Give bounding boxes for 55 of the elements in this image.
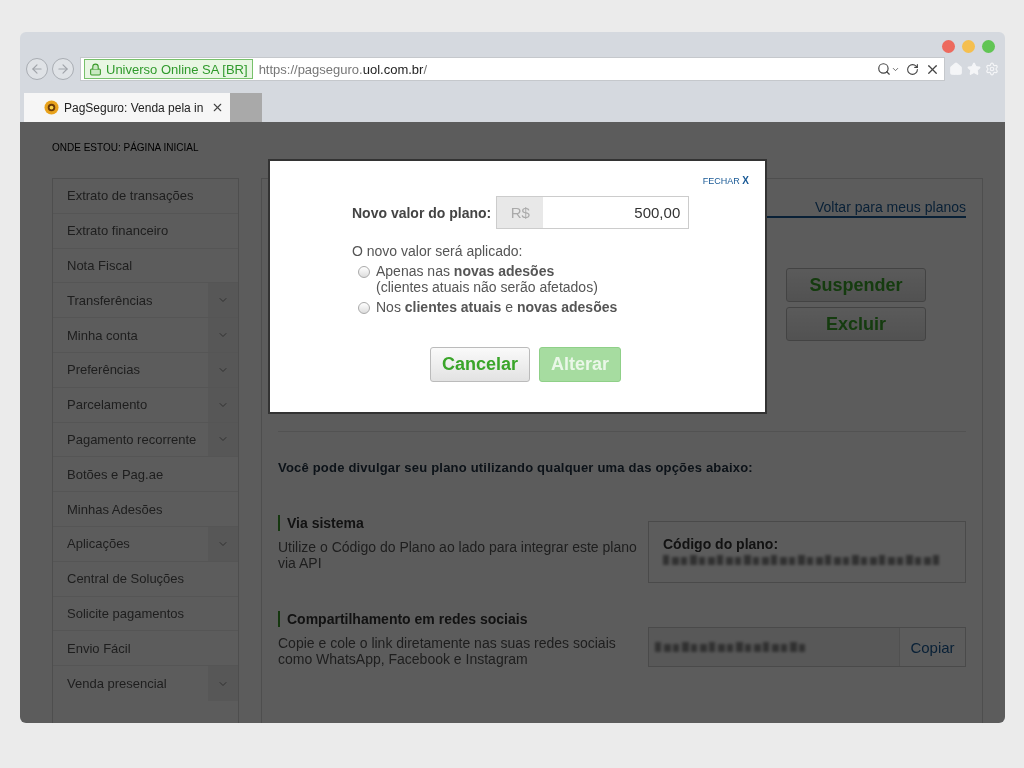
sidebar-item[interactable]: Pagamento recorrente bbox=[53, 422, 208, 457]
sidebar-item[interactable]: Preferências bbox=[53, 353, 208, 387]
new-tab-button[interactable] bbox=[230, 93, 262, 122]
option-label: Apenas nas novas adesões bbox=[376, 263, 556, 279]
close-tab-icon[interactable] bbox=[211, 101, 224, 114]
action-button[interactable]: Excluir bbox=[786, 307, 926, 341]
radio-button[interactable] bbox=[358, 266, 370, 278]
option-label: Nos clientes atuais e novas adesões bbox=[376, 299, 618, 315]
sidebar-item[interactable]: Aplicações bbox=[53, 526, 208, 561]
sidebar-item[interactable]: Venda presencial bbox=[53, 666, 208, 701]
back-button[interactable] bbox=[26, 58, 48, 80]
sidebar-item[interactable]: Extrato financeiro bbox=[53, 213, 238, 248]
chevron-down-icon[interactable] bbox=[208, 283, 238, 318]
close-link[interactable]: FECHAR X bbox=[702, 175, 749, 186]
sidebar-item[interactable]: Extrato de transações bbox=[53, 179, 238, 213]
sidebar-item[interactable]: Minhas Adesões bbox=[53, 492, 238, 526]
breadcrumb: ONDE ESTOU: PÁGINA INICIAL bbox=[51, 140, 200, 155]
refresh-icon[interactable] bbox=[906, 62, 919, 76]
sidebar-item[interactable]: Botões e Pag.ae bbox=[53, 457, 238, 492]
window-control-dot[interactable] bbox=[962, 40, 975, 53]
sidebar-item[interactable]: Solicite pagamentos bbox=[53, 596, 238, 631]
sidebar-item[interactable]: Minha conta bbox=[53, 318, 208, 352]
search-icon[interactable] bbox=[877, 62, 900, 76]
address-bar[interactable]: Universo Online SA [BR] https://pagseguro.uol.com.br/ bbox=[80, 57, 945, 81]
radio-button[interactable] bbox=[358, 302, 370, 314]
chevron-down-icon[interactable] bbox=[208, 666, 238, 701]
browser-tab[interactable]: PagSeguro: Venda pela in bbox=[24, 93, 230, 122]
apply-label: O novo valor será aplicado: bbox=[352, 243, 524, 259]
chevron-down-icon[interactable] bbox=[208, 422, 238, 457]
sidebar-item[interactable]: Parcelamento bbox=[53, 387, 208, 422]
code-label: Código do plano: bbox=[663, 536, 780, 552]
chevron-down-icon[interactable] bbox=[208, 526, 238, 561]
section-description: Utilize o Código do Plano ao lado para integrar este plano via API bbox=[278, 539, 638, 571]
window-control-dot[interactable] bbox=[982, 40, 995, 53]
action-button[interactable]: Suspender bbox=[786, 268, 926, 302]
sidebar-item[interactable]: Envio Fácil bbox=[53, 631, 238, 666]
value-field[interactable]: R$ 500,00 bbox=[496, 196, 690, 229]
option-note: (clientes atuais não serão afetados) bbox=[376, 279, 598, 295]
url-text: https://pagseguro.uol.com.br/ bbox=[258, 61, 429, 77]
arrow-right-icon bbox=[56, 62, 70, 76]
share-intro: Você pode divulgar seu plano utilizando qualquer uma das opções abaixo: bbox=[278, 460, 754, 475]
sidebar-item[interactable]: Nota Fiscal bbox=[53, 248, 238, 283]
home-icon[interactable] bbox=[949, 62, 963, 76]
star-icon[interactable] bbox=[967, 62, 981, 76]
settings-icon[interactable] bbox=[985, 62, 999, 76]
dialog-button[interactable]: Cancelar bbox=[430, 347, 531, 382]
section-title: Via sistema bbox=[278, 515, 966, 531]
section-description: Copie e cole o link diretamente nas suas redes sociais como WhatsApp, Facebook e Instagram bbox=[278, 635, 617, 667]
value-label: Novo valor do plano: bbox=[352, 204, 492, 221]
favicon-icon bbox=[44, 100, 59, 115]
sidebar-item[interactable]: Central de Soluções bbox=[53, 561, 238, 596]
forward-button[interactable] bbox=[52, 58, 74, 80]
sidebar-item[interactable]: Transferências bbox=[53, 283, 208, 318]
window-control-dot[interactable] bbox=[942, 40, 955, 53]
site-identity-badge[interactable]: Universo Online SA [BR] bbox=[84, 59, 253, 79]
